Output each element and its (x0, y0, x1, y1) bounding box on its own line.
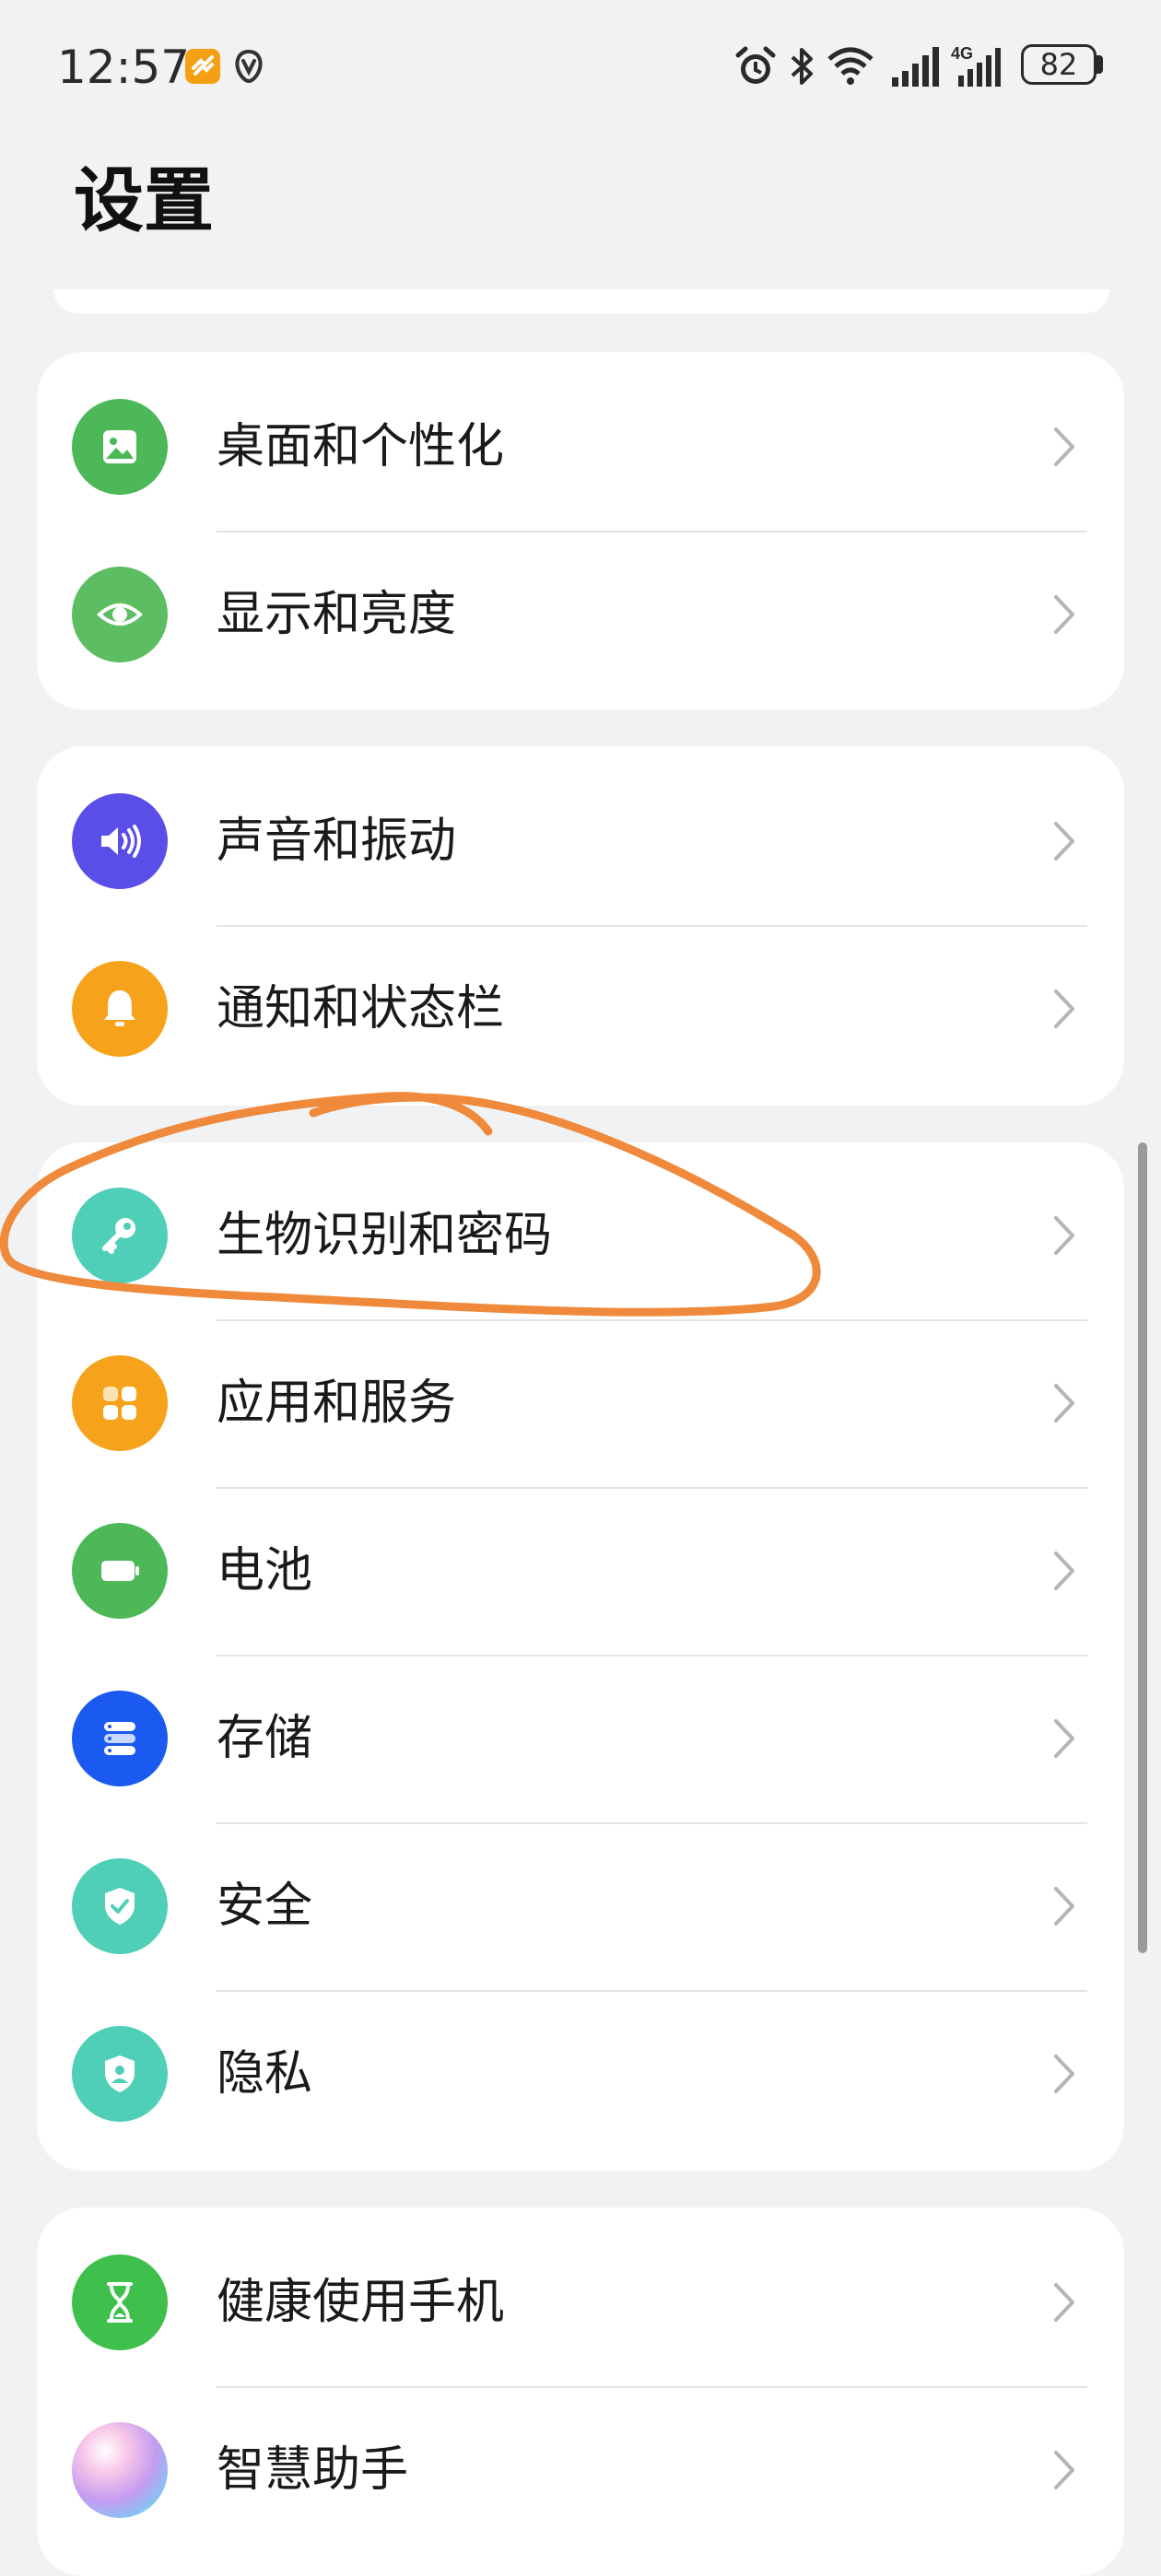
divider (217, 1655, 1087, 1657)
settings-item-biometrics-password[interactable]: 生物识别和密码 (37, 1152, 1124, 1319)
chevron-right-icon (1054, 2451, 1074, 2489)
settings-group-system: 生物识别和密码 应用和服务 电池 存储 安全 隐私 (37, 1142, 1124, 2171)
settings-item-label: 电池 (217, 1543, 313, 1598)
divider (217, 925, 1087, 927)
assistant-orb-icon (72, 2422, 168, 2518)
settings-group-wellbeing: 健康使用手机 智慧助手 (37, 2207, 1124, 2576)
settings-item-label: 桌面和个性化 (217, 419, 505, 474)
storage-icon (72, 1691, 168, 1786)
settings-item-privacy[interactable]: 隐私 (37, 1990, 1124, 2158)
bluetooth-icon (791, 48, 813, 85)
divider (217, 1990, 1087, 1992)
battery-icon: 82 (1021, 44, 1096, 85)
wifi-icon (827, 47, 874, 85)
status-time: 12:57 (57, 41, 191, 94)
scrollbar[interactable] (1138, 1142, 1147, 1953)
settings-item-apps-services[interactable]: 应用和服务 (37, 1319, 1124, 1487)
settings-group-personalization: 桌面和个性化 显示和亮度 (37, 352, 1124, 709)
settings-item-desktop-personalization[interactable]: 桌面和个性化 (37, 363, 1124, 531)
settings-item-label: 安全 (217, 1879, 313, 1934)
chevron-right-icon (1054, 2283, 1074, 2322)
settings-item-notifications-statusbar[interactable]: 通知和状态栏 (37, 925, 1124, 1093)
chevron-right-icon (1054, 1384, 1074, 1423)
bell-icon (72, 961, 168, 1057)
settings-item-display-brightness[interactable]: 显示和亮度 (37, 531, 1124, 698)
chevron-right-icon (1054, 595, 1074, 634)
settings-item-battery[interactable]: 电池 (37, 1487, 1124, 1655)
svg-text:4G: 4G (951, 44, 973, 63)
settings-item-sound-vibration[interactable]: 声音和振动 (37, 757, 1124, 925)
settings-item-label: 存储 (217, 1711, 313, 1766)
settings-item-label: 智慧助手 (217, 2442, 409, 2498)
status-bar: 12:57 4G 82 (0, 0, 1161, 138)
divider (217, 2386, 1087, 2388)
divider (217, 1487, 1087, 1489)
settings-item-label: 隐私 (217, 2046, 313, 2102)
settings-item-label: 通知和状态栏 (217, 981, 505, 1036)
settings-item-label: 声音和振动 (217, 814, 457, 869)
settings-group-sound-notifications: 声音和振动 通知和状态栏 (37, 746, 1124, 1106)
settings-item-label: 健康使用手机 (217, 2275, 505, 2330)
hourglass-icon (72, 2254, 168, 2350)
settings-item-smart-assistant[interactable]: 智慧助手 (37, 2386, 1124, 2554)
settings-item-security[interactable]: 安全 (37, 1822, 1124, 1990)
settings-item-digital-balance[interactable]: 健康使用手机 (37, 2219, 1124, 2386)
app-notification-icon-2 (235, 49, 263, 84)
alarm-icon (735, 46, 776, 84)
battery-icon (72, 1523, 168, 1619)
wallpaper-icon (72, 399, 168, 495)
chevron-right-icon (1054, 1719, 1074, 1758)
divider (217, 531, 1087, 533)
chevron-right-icon (1054, 2055, 1074, 2093)
divider (217, 1822, 1087, 1824)
settings-item-label: 应用和服务 (217, 1376, 457, 1431)
eye-icon (72, 567, 168, 662)
chevron-right-icon (1054, 427, 1074, 466)
app-notification-icon (185, 49, 220, 84)
battery-level: 82 (1039, 47, 1078, 82)
settings-item-label: 显示和亮度 (217, 587, 457, 642)
shield-check-icon (72, 1858, 168, 1954)
chevron-right-icon (1054, 1216, 1074, 1255)
settings-item-storage[interactable]: 存储 (37, 1655, 1124, 1822)
privacy-shield-icon (72, 2026, 168, 2122)
settings-item-label: 生物识别和密码 (217, 1208, 553, 1263)
battery-tip (1096, 55, 1103, 74)
page-title: 设置 (74, 159, 214, 241)
apps-icon (72, 1355, 168, 1451)
speaker-icon (72, 793, 168, 889)
divider (217, 1319, 1087, 1321)
chevron-right-icon (1054, 989, 1074, 1028)
previous-card-edge (53, 289, 1109, 313)
chevron-right-icon (1054, 1551, 1074, 1590)
4g-signal-icon: 4G (951, 44, 1001, 87)
chevron-right-icon (1054, 822, 1074, 861)
chevron-right-icon (1054, 1887, 1074, 1926)
key-icon (72, 1188, 168, 1283)
signal-icon (892, 47, 939, 87)
